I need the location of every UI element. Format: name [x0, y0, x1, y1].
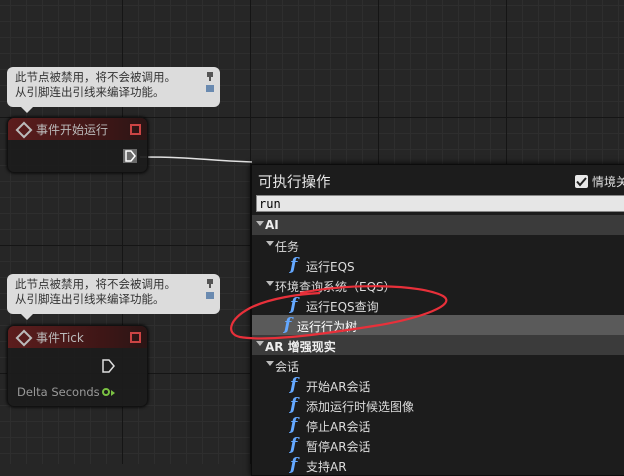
exec-output-pin-icon[interactable]	[123, 149, 137, 163]
menu-item-label: 支持AR	[306, 460, 347, 474]
menu-item-label: AR 增强现实	[265, 340, 336, 354]
expand-triangle-icon[interactable]	[266, 361, 274, 366]
menu-item-label: AI	[265, 218, 279, 232]
menu-item-label: 运行行为树	[297, 320, 358, 334]
menu-action[interactable]: f 开始AR会话	[252, 375, 624, 395]
delegate-pin-icon[interactable]	[130, 332, 141, 343]
event-diamond-icon	[15, 329, 33, 347]
node-title: 事件Tick	[36, 331, 84, 345]
function-icon: f	[290, 375, 298, 395]
function-icon: f	[290, 415, 298, 435]
node-header: 事件Tick	[8, 326, 147, 348]
pin-icon[interactable]	[206, 278, 214, 300]
function-icon: f	[290, 455, 298, 475]
action-search-input[interactable]	[256, 195, 624, 212]
menu-subcategory[interactable]: 会话	[252, 355, 624, 375]
function-icon: f	[290, 395, 298, 415]
menu-subcategory[interactable]: 环境查询系统（EQS）	[252, 275, 624, 295]
expand-triangle-icon[interactable]	[266, 241, 274, 246]
function-icon: f	[284, 315, 292, 335]
function-icon: f	[290, 435, 298, 455]
action-menu[interactable]: 可执行操作 情境关 AI任务f运行EQS环境查询系统（EQS）f运行EQS查询f…	[251, 164, 624, 476]
menu-item-label: 运行EQS查询	[306, 300, 379, 314]
expand-triangle-icon[interactable]	[256, 341, 264, 346]
disabled-node-comment: 此节点被禁用，将不会被调用。 从引脚连出引线来编译功能。	[7, 67, 220, 113]
menu-title: 可执行操作	[258, 175, 331, 191]
menu-item-label: 会话	[275, 360, 300, 374]
menu-action[interactable]: f 运行EQS	[252, 255, 624, 275]
event-diamond-icon	[15, 121, 33, 139]
menu-action[interactable]: f 支持AR	[252, 455, 624, 475]
menu-item-label: 任务	[275, 240, 300, 254]
menu-item-label: 添加运行时候选图像	[306, 400, 415, 414]
menu-action[interactable]: f 暂停AR会话	[252, 435, 624, 455]
disabled-node-comment-2: 此节点被禁用，将不会被调用。 从引脚连出引线来编译功能。	[7, 274, 220, 320]
comment-line-1: 此节点被禁用，将不会被调用。	[15, 277, 176, 291]
event-begin-play-node[interactable]: 事件开始运行	[7, 117, 148, 173]
menu-item-label: 停止AR会话	[306, 420, 371, 434]
menu-action[interactable]: f 停止AR会话	[252, 415, 624, 435]
menu-item-label: 暂停AR会话	[306, 440, 371, 454]
delegate-pin-icon[interactable]	[130, 124, 141, 135]
function-icon: f	[290, 295, 298, 315]
menu-action[interactable]: f 添加运行时候选图像	[252, 395, 624, 415]
function-icon: f	[290, 255, 298, 275]
context-sensitive-checkbox[interactable]	[575, 175, 588, 188]
exec-output-pin-icon[interactable]	[101, 359, 115, 373]
context-sensitive-label: 情境关	[592, 175, 624, 189]
menu-item-label: 环境查询系统（EQS）	[275, 280, 396, 294]
expand-triangle-icon[interactable]	[256, 221, 264, 226]
comment-line-1: 此节点被禁用，将不会被调用。	[15, 70, 176, 84]
event-tick-node[interactable]: 事件Tick Delta Seconds	[7, 325, 148, 407]
node-header: 事件开始运行	[8, 118, 147, 140]
expand-triangle-icon[interactable]	[266, 281, 274, 286]
node-title: 事件开始运行	[36, 123, 109, 137]
menu-category[interactable]: AI	[252, 215, 624, 235]
pin-arrow-icon	[111, 390, 115, 396]
menu-item-label: 运行EQS	[306, 260, 355, 274]
menu-action[interactable]: f 运行EQS查询	[252, 295, 624, 315]
menu-subcategory[interactable]: 任务	[252, 235, 624, 255]
comment-line-2: 从引脚连出引线来编译功能。	[15, 85, 165, 99]
float-output-pin-icon[interactable]	[102, 388, 110, 396]
menu-action-selected[interactable]: f 运行行为树	[252, 315, 624, 335]
menu-category[interactable]: AR 增强现实	[252, 335, 624, 355]
delta-seconds-label: Delta Seconds	[17, 385, 100, 399]
comment-line-2: 从引脚连出引线来编译功能。	[15, 292, 165, 306]
menu-item-label: 开始AR会话	[306, 380, 371, 394]
pin-icon[interactable]	[206, 71, 214, 93]
